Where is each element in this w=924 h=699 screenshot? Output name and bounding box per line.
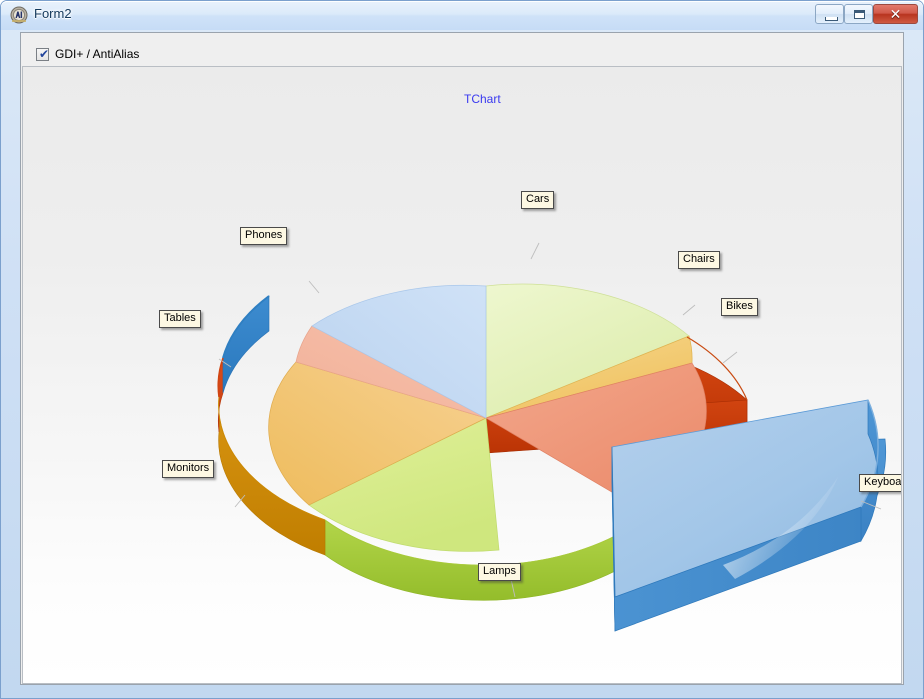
pie-label-monitors[interactable]: Monitors: [162, 460, 215, 478]
antialias-checkbox-label: GDI+ / AntiAlias: [55, 47, 140, 61]
antialias-checkbox[interactable]: ✔ GDI+ / AntiAlias: [36, 46, 139, 62]
maximize-icon: [854, 10, 865, 19]
pie-label-tables[interactable]: Tables: [159, 310, 201, 328]
pie-label-keyboards[interactable]: Keyboards: [859, 474, 901, 492]
pie-label-chairs[interactable]: Chairs: [678, 251, 720, 269]
title-bar[interactable]: Form2 ✕: [1, 1, 923, 30]
close-button[interactable]: ✕: [873, 4, 918, 24]
checkbox-box[interactable]: ✔: [36, 46, 50, 61]
pie-label-lamps[interactable]: Lamps: [478, 563, 522, 581]
minimize-icon: [825, 17, 838, 21]
pie-label-bikes[interactable]: Bikes: [721, 298, 758, 316]
options-toolbar: ✔ GDI+ / AntiAlias Color palette BlackIs…: [21, 33, 903, 96]
close-icon: ✕: [889, 6, 902, 22]
maximize-button[interactable]: [844, 4, 873, 24]
application-window: Form2 ✕ ✔ GDI+ / AntiAlias Color palette…: [0, 0, 924, 699]
check-icon: ✔: [39, 46, 50, 61]
pie-label-phones[interactable]: Phones: [240, 227, 288, 245]
app-icon: [10, 6, 28, 24]
client-area: ✔ GDI+ / AntiAlias Color palette BlackIs…: [20, 32, 904, 685]
window-title: Form2: [34, 6, 72, 21]
minimize-button[interactable]: [815, 4, 844, 24]
pie-label-cars[interactable]: Cars: [521, 191, 555, 209]
pie-chart-graphic: [217, 242, 886, 632]
chart-panel[interactable]: TChart Cars Chairs Bikes Keyboa Lamps Mo…: [22, 66, 902, 684]
